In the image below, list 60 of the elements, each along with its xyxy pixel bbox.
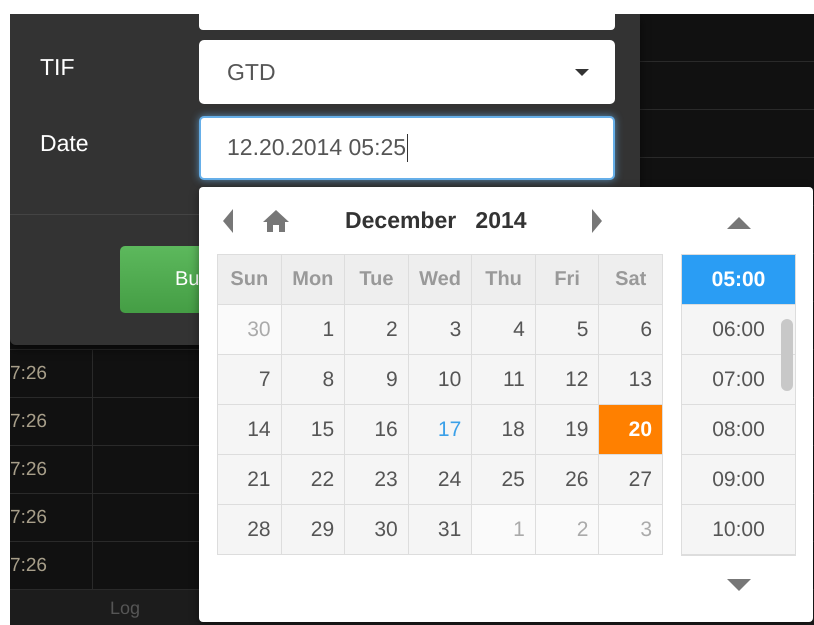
day-cell[interactable]: 22 — [282, 455, 346, 505]
weekday-header: Wed — [408, 255, 472, 305]
next-month-icon[interactable] — [592, 208, 602, 232]
home-icon[interactable] — [263, 210, 289, 232]
weekday-header: Fri — [536, 255, 600, 305]
scroll-up-icon[interactable] — [726, 217, 750, 229]
field-label: Date — [40, 130, 90, 156]
day-cell[interactable]: 7 — [218, 355, 282, 405]
time-option[interactable]: 07:00 — [682, 355, 795, 405]
day-cell[interactable]: 9 — [345, 355, 409, 405]
text-cursor — [407, 134, 408, 162]
day-cell[interactable]: 1 — [282, 305, 346, 355]
scrollbar-thumb[interactable] — [781, 319, 793, 391]
weekday-header: Sat — [599, 255, 663, 305]
day-cell[interactable]: 12 — [536, 355, 600, 405]
day-cell[interactable]: 19 — [536, 405, 600, 455]
weekday-header: Tue — [345, 255, 409, 305]
day-cell[interactable]: 10 — [408, 355, 472, 405]
day-cell[interactable]: 13 — [599, 355, 663, 405]
day-cell[interactable]: 14 — [218, 405, 282, 455]
day-cell[interactable]: 30 — [345, 505, 409, 555]
day-cell[interactable]: 27 — [599, 455, 663, 505]
day-cell[interactable]: 31 — [408, 505, 472, 555]
time-option[interactable]: 10:00 — [682, 505, 795, 555]
field-label: TIF — [40, 54, 76, 80]
time-cell: 7:26 — [10, 554, 47, 576]
date-field[interactable]: 12.20.2014 05:25 — [199, 116, 615, 180]
day-cell[interactable]: 25 — [472, 455, 536, 505]
day-cell[interactable]: 6 — [599, 305, 663, 355]
time-cell: 7:26 — [10, 362, 47, 384]
previous-month-icon[interactable] — [223, 208, 233, 232]
time-cell: 7:26 — [10, 410, 47, 432]
day-cell[interactable]: 24 — [408, 455, 472, 505]
day-cell[interactable]: 8 — [282, 355, 346, 405]
day-cell[interactable]: 4 — [472, 305, 536, 355]
month-year-title[interactable]: December 2014 — [345, 207, 527, 234]
time-option[interactable]: 06:00 — [682, 305, 795, 355]
day-cell[interactable]: 18 — [472, 405, 536, 455]
field-value: 12.20.2014 05:25 — [227, 134, 408, 162]
time-option[interactable]: 08:00 — [682, 405, 795, 455]
time-cell: 7:26 — [10, 458, 47, 480]
day-cell[interactable]: 28 — [218, 505, 282, 555]
field-value: GTD — [227, 58, 276, 86]
time-option[interactable]: 09:00 — [682, 455, 795, 505]
weekday-header: Sun — [218, 255, 282, 305]
day-cell[interactable]: 26 — [536, 455, 600, 505]
day-cell[interactable]: 23 — [345, 455, 409, 505]
day-cell[interactable]: 2 — [345, 305, 409, 355]
caret-icon — [575, 68, 589, 76]
select-field[interactable]: GTD — [199, 40, 615, 104]
day-cell[interactable]: 29 — [282, 505, 346, 555]
weekday-header: Thu — [472, 255, 536, 305]
day-cell[interactable]: 16 — [345, 405, 409, 455]
weekday-header: Mon — [282, 255, 346, 305]
day-cell[interactable]: 21 — [218, 455, 282, 505]
day-cell[interactable]: 15 — [282, 405, 346, 455]
day-cell[interactable]: 3 — [408, 305, 472, 355]
time-cell: 7:26 — [10, 506, 47, 528]
day-cell[interactable]: 11 — [472, 355, 536, 405]
day-cell[interactable]: 5 — [536, 305, 600, 355]
